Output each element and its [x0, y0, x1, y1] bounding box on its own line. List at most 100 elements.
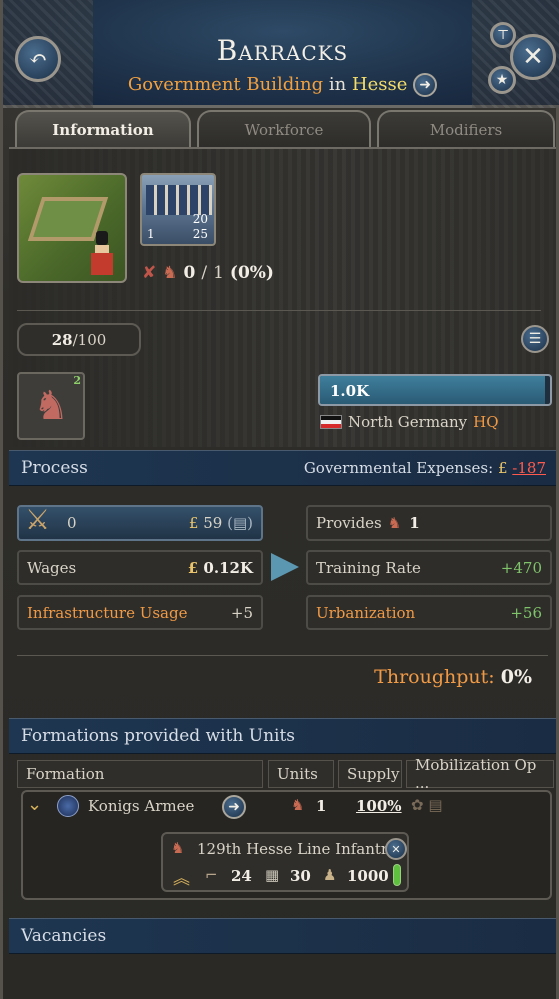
- north-germany-flag-icon: [320, 415, 342, 429]
- expenses-value: -187: [512, 459, 546, 477]
- unit-stat-a: 20: [192, 212, 208, 226]
- hq-suffix: HQ: [473, 413, 499, 431]
- hq-manpower-value: 1.0K: [330, 382, 370, 400]
- small-arms-icon: ⚔: [25, 503, 51, 536]
- unit-count: 1: [147, 227, 155, 241]
- employment-row[interactable]: ✘ ♞ 0 / 1 (0%): [142, 260, 274, 286]
- level-current: 28: [51, 330, 73, 349]
- formations-header: Formations provided with Units: [9, 718, 556, 754]
- soldier-provides-icon: ♞: [387, 514, 402, 532]
- employment-separator: /: [201, 263, 208, 283]
- hq-name: North Germany: [348, 413, 468, 431]
- hq-badge: 2: [73, 374, 81, 387]
- unit-card[interactable]: ♞ 129th Hesse Line Infantry ✕ ︽ ⌐ 24 ▦ 3…: [161, 832, 409, 892]
- provides-row[interactable]: Provides ♞ 1: [306, 505, 552, 541]
- wages-label: Wages: [27, 558, 77, 577]
- pin-button[interactable]: ⊤: [490, 22, 516, 48]
- hq-portrait[interactable]: ♞ 2: [17, 372, 85, 440]
- input-price-pound: £: [188, 514, 199, 532]
- close-icon: ✕: [522, 42, 544, 72]
- process-arrow-icon: [271, 553, 299, 581]
- column-supply-label: Supply: [347, 765, 400, 783]
- soldier-pop-icon: ♞: [162, 263, 178, 283]
- input-quantity: 0: [67, 514, 77, 532]
- unit-remove-icon: ✕: [391, 842, 401, 856]
- menu-button[interactable]: ☰: [521, 325, 549, 353]
- infrastructure-value: +5: [230, 603, 253, 622]
- vacancies-header: Vacancies: [9, 918, 556, 954]
- tab-modifiers-label: Modifiers: [429, 121, 503, 139]
- unit-strength-bar: [393, 864, 401, 886]
- process-title: Process: [21, 458, 88, 478]
- formation-supply: 100%: [356, 797, 402, 815]
- mobilization-options-icon[interactable]: ✿ ▤: [411, 796, 443, 814]
- employment-percent: (0%): [229, 263, 274, 283]
- soldier-icon: [87, 231, 117, 275]
- expenses-group[interactable]: Governmental Expenses: £ -187: [304, 459, 546, 477]
- unit-men: 1000: [347, 867, 389, 885]
- state-name[interactable]: Hesse: [352, 74, 407, 95]
- coin-stack-icon: (▤): [227, 514, 253, 532]
- goto-formation-arrow-icon[interactable]: ➜: [222, 795, 246, 819]
- column-formation-label: Formation: [26, 765, 105, 783]
- window-header: Barracks Government Building in Hesse ➜ …: [3, 0, 559, 108]
- column-formation[interactable]: Formation: [17, 760, 263, 788]
- infrastructure-row[interactable]: Infrastructure Usage +5: [17, 595, 263, 630]
- tab-modifiers[interactable]: Modifiers: [377, 110, 555, 148]
- training-label: Training Rate: [316, 558, 421, 577]
- process-header: Process Governmental Expenses: £ -187: [9, 450, 556, 486]
- provides-label: Provides: [316, 514, 382, 532]
- column-supply[interactable]: Supply: [338, 760, 402, 788]
- manpower-icon: ♟: [323, 866, 337, 884]
- building-type: Government Building: [127, 74, 324, 95]
- urbanization-value: +56: [510, 603, 542, 622]
- column-mobilization[interactable]: Mobilization Op ...: [406, 756, 554, 792]
- tab-workforce[interactable]: Workforce: [197, 110, 371, 148]
- training-rate-row[interactable]: Training Rate +470: [306, 550, 552, 585]
- formation-row[interactable]: ⌄ Konigs Armee ➜ ♞ 1 100% ✿ ▤: [25, 794, 545, 820]
- expand-chevron-icon[interactable]: ⌄: [27, 794, 42, 815]
- input-goods-row[interactable]: ⚔ 0 £ 59 (▤): [17, 503, 263, 541]
- wages-value: 0.12K: [203, 558, 253, 577]
- column-mobilization-label: Mobilization Op ...: [415, 756, 537, 792]
- level-max: /100: [72, 330, 107, 349]
- throughput-value: 0%: [500, 666, 532, 688]
- column-units-label: Units: [277, 765, 318, 783]
- tab-information[interactable]: Information: [15, 110, 191, 148]
- infrastructure-label: Infrastructure Usage: [27, 603, 188, 622]
- building-level[interactable]: 28 /100: [17, 323, 141, 356]
- close-button[interactable]: ✕: [510, 34, 556, 80]
- column-units[interactable]: Units: [268, 760, 334, 788]
- goto-state-arrow-icon[interactable]: ➜: [413, 73, 438, 97]
- wages-pound: £: [187, 558, 199, 577]
- urbanization-row[interactable]: Urbanization +56: [306, 595, 552, 630]
- unit-forts: 30: [290, 867, 311, 885]
- pin-icon: ⊤: [496, 27, 510, 43]
- process-divider: [17, 655, 548, 656]
- hq-manpower-bar[interactable]: 1.0K: [318, 374, 552, 406]
- star-icon: ★: [495, 72, 509, 88]
- training-value: +470: [500, 558, 542, 577]
- wages-value-group: £ 0.12K: [188, 559, 253, 577]
- wages-row[interactable]: Wages £ 0.12K: [17, 550, 263, 585]
- tab-information-label: Information: [52, 121, 154, 139]
- fortification-icon: ▦: [265, 866, 280, 884]
- expenses-label: Governmental Expenses:: [303, 459, 494, 477]
- unit-name: 129th Hesse Line Infantry: [197, 840, 397, 858]
- building-portrait[interactable]: [17, 173, 127, 283]
- favorite-button[interactable]: ★: [488, 66, 516, 94]
- throughput[interactable]: Throughput: 0%: [374, 666, 532, 688]
- provides-value: 1: [409, 514, 420, 532]
- employment-total: 1: [213, 263, 224, 283]
- rank-chevrons-icon: ︽: [173, 869, 190, 889]
- hq-name-row[interactable]: North Germany HQ: [320, 413, 499, 431]
- unit-type-card[interactable]: 1 20 25: [140, 173, 216, 246]
- unit-remove-button[interactable]: ✕: [385, 838, 407, 860]
- back-button[interactable]: ↶: [15, 36, 61, 82]
- formations-title: Formations provided with Units: [21, 726, 296, 746]
- input-price-group: £ 59 (▤): [189, 514, 253, 532]
- formation-units: 1: [316, 797, 327, 815]
- rifle-icon: ⌐: [205, 866, 218, 884]
- pound-icon: £: [497, 459, 508, 477]
- no-workers-icon: ✘: [142, 263, 157, 283]
